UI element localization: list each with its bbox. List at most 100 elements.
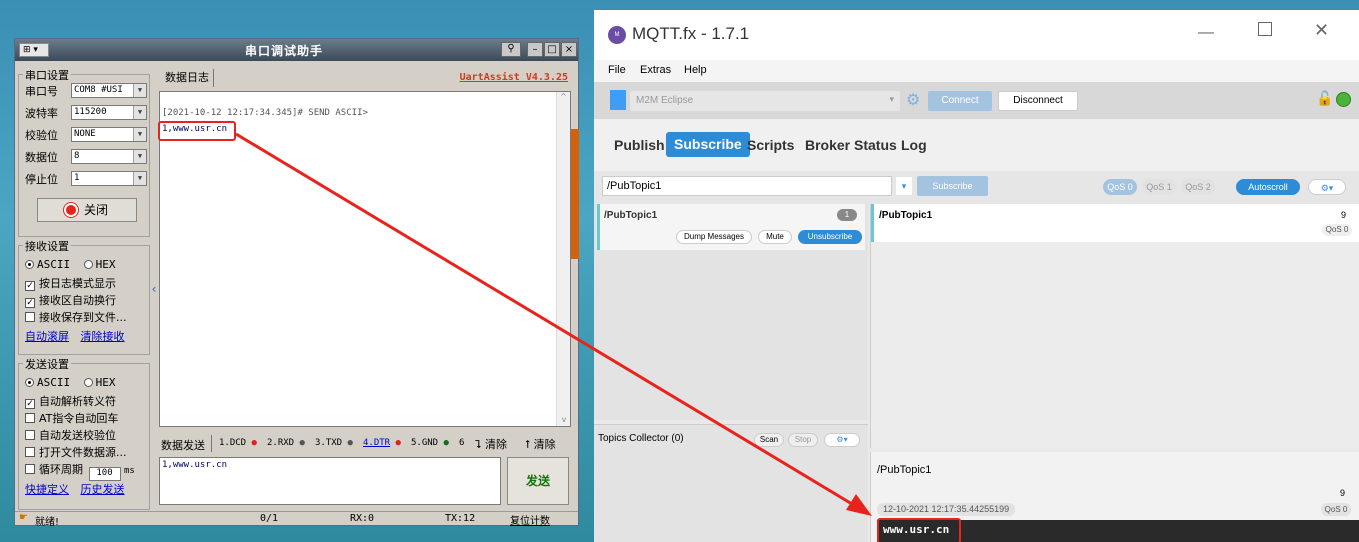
- version-label: UartAssist V4.3.25: [459, 72, 568, 83]
- tab-publish[interactable]: Publish: [614, 137, 665, 153]
- cycle-checkbox[interactable]: [25, 464, 35, 474]
- send-settings-legend: 发送设置: [23, 356, 71, 372]
- unsubscribe-button[interactable]: Unsubscribe: [798, 230, 862, 244]
- topic-dropdown[interactable]: ▾: [896, 177, 912, 195]
- led-gray-icon: ●: [299, 438, 305, 448]
- detail-timestamp: 12-10-2021 12:17:35.44255199: [877, 503, 1016, 516]
- gear-icon[interactable]: ⚙: [906, 90, 920, 110]
- tab-log[interactable]: Log: [901, 137, 927, 153]
- message-list-item[interactable]: /PubTopic1 9 QoS 0: [871, 204, 1359, 242]
- recv-opt-autowrap[interactable]: ✓ 接收区自动换行: [25, 292, 116, 308]
- mute-button[interactable]: Mute: [758, 230, 792, 244]
- pin-label: 4.DTR: [363, 438, 391, 448]
- message-list: /PubTopic1 9 QoS 0: [870, 204, 1359, 448]
- baud-value: 115200: [74, 107, 107, 117]
- databits-row: 数据位 8 ▼: [25, 149, 147, 165]
- log-scrollbar[interactable]: ^ v: [556, 92, 570, 426]
- maximize-button[interactable]: [1258, 22, 1272, 36]
- connect-label: Connect: [941, 95, 979, 106]
- send-opt-file-source[interactable]: 打开文件数据源...: [25, 444, 127, 460]
- recv-opt-save-file[interactable]: 接收保存到文件...: [25, 309, 127, 325]
- topic-input[interactable]: /PubTopic1: [602, 176, 892, 196]
- pin-icon[interactable]: ⚲: [501, 42, 521, 57]
- pin-rxd: 2.RXD ●: [267, 438, 305, 448]
- orange-scroll-thumb[interactable]: [571, 129, 579, 259]
- autoscroll-button[interactable]: Autoscroll: [1236, 179, 1300, 195]
- qos0-button[interactable]: QoS 0: [1103, 179, 1137, 195]
- stop-button[interactable]: Stop: [788, 433, 818, 447]
- tab-broker-status[interactable]: Broker Status: [805, 137, 897, 153]
- status-bar: ☛ 就绪! 0/1 RX:0 TX:12 复位计数: [15, 511, 578, 528]
- clear-recv-button[interactable]: ⭡ 清除: [525, 436, 556, 452]
- disconnect-button[interactable]: Disconnect: [998, 91, 1078, 111]
- menu-help[interactable]: Help: [684, 64, 707, 76]
- history-send-link[interactable]: 历史发送: [81, 483, 125, 496]
- subscriptions-panel: /PubTopic1 1 Dump Messages Mute Unsubscr…: [594, 204, 868, 420]
- send-tab[interactable]: 数据发送: [161, 437, 205, 453]
- databits-select[interactable]: 8 ▼: [71, 149, 147, 164]
- auto-scroll-link[interactable]: 自动滚屏: [25, 330, 69, 343]
- send-hex-radio[interactable]: HEX: [83, 376, 116, 389]
- pin-dtr[interactable]: 4.DTR ●: [363, 438, 401, 448]
- maximize-button[interactable]: □: [544, 42, 560, 57]
- collapse-arrow-icon[interactable]: ‹: [150, 249, 158, 329]
- recv-links: 自动滚屏 清除接收: [25, 328, 125, 344]
- stopbits-select[interactable]: 1 ▼: [71, 171, 147, 186]
- close-button[interactable]: ×: [561, 42, 577, 57]
- cycle-input[interactable]: 100: [88, 467, 121, 481]
- app-menu-icon[interactable]: ⊞ ▾: [19, 43, 49, 57]
- recv-opt-log-mode[interactable]: ✓ 按日志模式显示: [25, 275, 116, 291]
- close-button[interactable]: ✕: [1314, 20, 1329, 41]
- hand-icon: ☛: [19, 512, 28, 523]
- dump-messages-button[interactable]: Dump Messages: [676, 230, 752, 244]
- shortcut-define-link[interactable]: 快捷定义: [25, 483, 69, 496]
- send-opt-at-cr[interactable]: AT指令自动回车: [25, 410, 118, 426]
- port-select[interactable]: COM8 #USI ▼: [71, 83, 147, 98]
- recv-ascii-radio[interactable]: ASCII: [25, 258, 70, 271]
- clear-receive-link[interactable]: 清除接收: [81, 330, 125, 343]
- close-port-button[interactable]: 关闭: [37, 198, 137, 222]
- mqtt-menu-bar: File Extras Help: [594, 60, 1359, 82]
- tab-scripts[interactable]: Scripts: [747, 137, 794, 153]
- mqtt-title-bar: M MQTT.fx - 1.7.1 — ✕: [594, 10, 1359, 60]
- recv-hex-radio[interactable]: HEX: [83, 258, 116, 271]
- status-tx: TX:12: [445, 513, 476, 524]
- collector-options-button[interactable]: ⚙▾: [824, 433, 860, 447]
- send-opt-checksum[interactable]: 自动发送校验位: [25, 427, 116, 443]
- minimize-button[interactable]: —: [1198, 24, 1214, 42]
- connect-button[interactable]: Connect: [928, 91, 992, 111]
- subscribe-button[interactable]: Subscribe: [917, 176, 988, 196]
- reset-count-button[interactable]: 复位计数: [510, 512, 550, 527]
- receive-log-area[interactable]: [2021-10-12 12:17:34.345]# SEND ASCII> 1…: [158, 91, 571, 427]
- mqtt-title: MQTT.fx - 1.7.1: [632, 24, 750, 43]
- profile-select[interactable]: M2M Eclipse ▾: [630, 91, 900, 111]
- menu-file[interactable]: File: [608, 64, 626, 76]
- power-indicator-icon: [65, 205, 76, 215]
- recv-opt-label: 按日志模式显示: [39, 277, 116, 290]
- file-icon[interactable]: [610, 90, 626, 110]
- send-button[interactable]: 发送: [507, 457, 569, 505]
- send-opt-escape[interactable]: ✓ 自动解析转义符: [25, 393, 116, 409]
- qos1-button[interactable]: QoS 1: [1142, 179, 1176, 195]
- mqtt-tab-bar: Publish Subscribe Scripts Broker Status …: [594, 119, 1359, 171]
- status-ready: 就绪!: [35, 517, 60, 528]
- options-button[interactable]: ⚙▾: [1308, 179, 1346, 195]
- tab-subscribe[interactable]: Subscribe: [666, 132, 750, 157]
- menu-extras[interactable]: Extras: [640, 64, 671, 76]
- send-input[interactable]: 1,www.usr.cn: [159, 457, 501, 505]
- send-ascii-radio[interactable]: ASCII: [25, 376, 70, 389]
- clear-send-button[interactable]: ⮧ 清除: [475, 436, 507, 452]
- send-toolbar-divider: [211, 435, 212, 452]
- subscription-item[interactable]: /PubTopic1 1 Dump Messages Mute Unsubscr…: [597, 204, 865, 250]
- tab-log[interactable]: 数据日志: [161, 69, 214, 87]
- cycle-unit: ms: [124, 466, 135, 476]
- scan-button[interactable]: Scan: [754, 433, 784, 447]
- payload-area[interactable]: www.usr.cn: [877, 518, 1359, 542]
- led-gray-icon: ●: [347, 438, 353, 448]
- qos2-button[interactable]: QoS 2: [1181, 179, 1215, 195]
- baud-select[interactable]: 115200 ▼: [71, 105, 147, 120]
- parity-select[interactable]: NONE ▼: [71, 127, 147, 142]
- minimize-button[interactable]: –: [527, 42, 543, 57]
- detail-number: 9: [1339, 488, 1345, 498]
- stopbits-row: 停止位 1 ▼: [25, 171, 147, 187]
